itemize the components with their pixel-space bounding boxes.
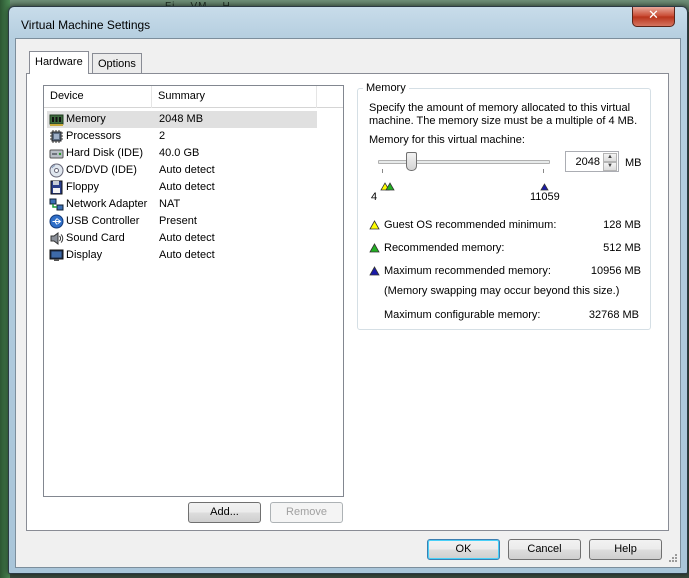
device-row-network-adapter[interactable]: Network Adapter NAT [47,196,317,213]
spin-up-button[interactable]: ▲ [603,153,617,162]
hardware-tab-panel: Device Summary Memory 2048 MB Processors… [26,73,669,531]
device-summary: Auto detect [159,249,215,261]
recommended-markers-icon [380,182,395,191]
display-icon [49,248,64,263]
memory-group: Memory Specify the amount of memory allo… [357,82,651,330]
legend-recommended: Recommended memory: 512 MB [369,242,641,256]
memory-size-value: 2048 [575,156,600,168]
device-summary: 40.0 GB [159,147,200,159]
device-row-processors[interactable]: Processors 2 [47,128,317,145]
green-triangle-icon [369,243,380,253]
device-list[interactable]: Device Summary Memory 2048 MB Processors… [43,85,344,497]
memory-field-label: Memory for this virtual machine: [369,134,525,146]
device-row-hard-disk[interactable]: Hard Disk (IDE) 40.0 GB [47,145,317,162]
title-bar[interactable]: Virtual Machine Settings ✕ [9,7,687,39]
memory-size-input[interactable]: 2048 ▲ ▼ [565,151,619,172]
memory-unit-label: MB [625,157,642,169]
add-device-button[interactable]: Add... [188,502,261,523]
dialog-client-area: Hardware Options Device Summary Memory 2… [15,38,681,568]
device-name: Floppy [66,181,100,193]
floppy-icon [49,180,64,195]
memory-icon [49,112,64,127]
settings-dialog: Virtual Machine Settings ✕ Hardware Opti… [8,6,688,574]
close-button[interactable]: ✕ [632,7,675,27]
device-summary: Auto detect [159,181,215,193]
memory-slider-track[interactable] [378,160,550,164]
device-name: Sound Card [66,232,125,244]
help-button[interactable]: Help [589,539,662,560]
slider-tick-min [382,169,383,173]
cancel-button[interactable]: Cancel [508,539,581,560]
memory-slider-thumb[interactable] [406,152,417,171]
network-adapter-icon [49,197,64,212]
device-row-memory[interactable]: Memory 2048 MB [47,111,317,128]
spin-down-button[interactable]: ▼ [603,162,617,171]
device-name: USB Controller [66,215,140,227]
max-recommended-marker-icon [540,183,549,191]
legend-value: 512 MB [603,242,641,254]
device-summary: Auto detect [159,164,215,176]
processor-icon [49,129,64,144]
device-row-display[interactable]: Display Auto detect [47,247,317,264]
device-name: Hard Disk (IDE) [66,147,144,159]
max-configurable-value: 32768 MB [588,309,639,321]
device-summary: 2 [159,130,166,142]
slider-tick-max [543,169,544,173]
legend-label: Recommended memory: [384,242,505,254]
legend-value: 10956 MB [590,265,641,277]
device-name: Memory [66,113,106,125]
device-summary: 2048 MB [159,113,204,125]
legend-value: 128 MB [603,219,641,231]
sound-card-icon [49,231,64,246]
blue-triangle-icon [369,266,380,276]
hard-disk-icon [49,146,64,161]
max-configurable-row: Maximum configurable memory: 32768 MB [384,309,639,321]
legend-label: Maximum recommended memory: [384,265,551,277]
remove-device-button[interactable]: Remove [270,502,343,523]
legend-max-recommended: Maximum recommended memory: 10956 MB [369,265,641,279]
slider-min-label: 4 [371,191,378,203]
memory-group-title: Memory [363,82,409,94]
device-name: Processors [66,130,122,142]
device-summary: Auto detect [159,232,215,244]
memory-swap-note: (Memory swapping may occur beyond this s… [384,285,620,297]
device-name: Network Adapter [66,198,148,210]
device-summary: NAT [159,198,181,210]
device-row-cd-dvd[interactable]: CD/DVD (IDE) Auto detect [47,162,317,179]
device-name: CD/DVD (IDE) [66,164,137,176]
device-list-header: Device Summary [44,86,343,108]
resize-grip-icon[interactable] [666,553,678,565]
slider-max-label: 11059 [530,191,560,203]
device-summary: Present [159,215,197,227]
tab-options[interactable]: Options [92,53,142,73]
column-header-device[interactable]: Device [44,86,152,108]
yellow-triangle-icon [369,220,380,230]
max-configurable-label: Maximum configurable memory: [384,309,541,321]
legend-label: Guest OS recommended minimum: [384,219,557,231]
usb-icon [49,214,64,229]
device-row-sound-card[interactable]: Sound Card Auto detect [47,230,317,247]
tab-hardware[interactable]: Hardware [29,51,89,74]
device-name: Display [66,249,103,261]
window-title: Virtual Machine Settings [21,18,151,32]
memory-description: Specify the amount of memory allocated t… [369,102,638,127]
legend-guest-min: Guest OS recommended minimum: 128 MB [369,219,641,233]
ok-button[interactable]: OK [427,539,500,560]
device-row-usb-controller[interactable]: USB Controller Present [47,213,317,230]
cd-dvd-icon [49,163,64,178]
device-row-floppy[interactable]: Floppy Auto detect [47,179,317,196]
column-header-summary[interactable]: Summary [152,86,317,108]
